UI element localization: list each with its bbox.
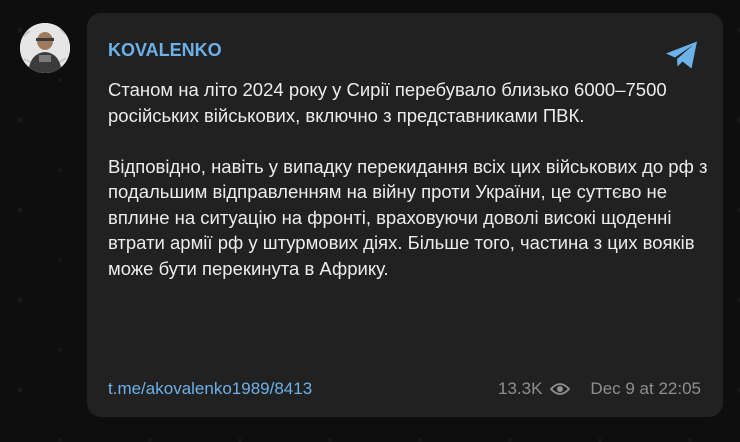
channel-name[interactable]: KOVALENKO (108, 40, 222, 61)
message-paragraph: Станом на літо 2024 року у Сирії перебув… (108, 79, 667, 126)
message-text: Станом на літо 2024 року у Сирії перебув… (108, 77, 708, 281)
post-link[interactable]: t.me/akovalenko1989/8413 (108, 379, 312, 399)
message-bubble: KOVALENKO Станом на літо 2024 року у Сир… (87, 13, 723, 417)
message-paragraph: Відповідно, навіть у випадку перекидання… (108, 155, 708, 279)
avatar-image (20, 23, 70, 73)
telegram-plane-icon[interactable] (665, 40, 699, 70)
message-timestamp: Dec 9 at 22:05 (590, 379, 701, 398)
message-meta: 13.3K Dec 9 at 22:05 (498, 379, 701, 399)
view-count: 13.3K (497, 379, 543, 398)
avatar[interactable] (20, 23, 70, 73)
eye-icon (550, 383, 571, 395)
